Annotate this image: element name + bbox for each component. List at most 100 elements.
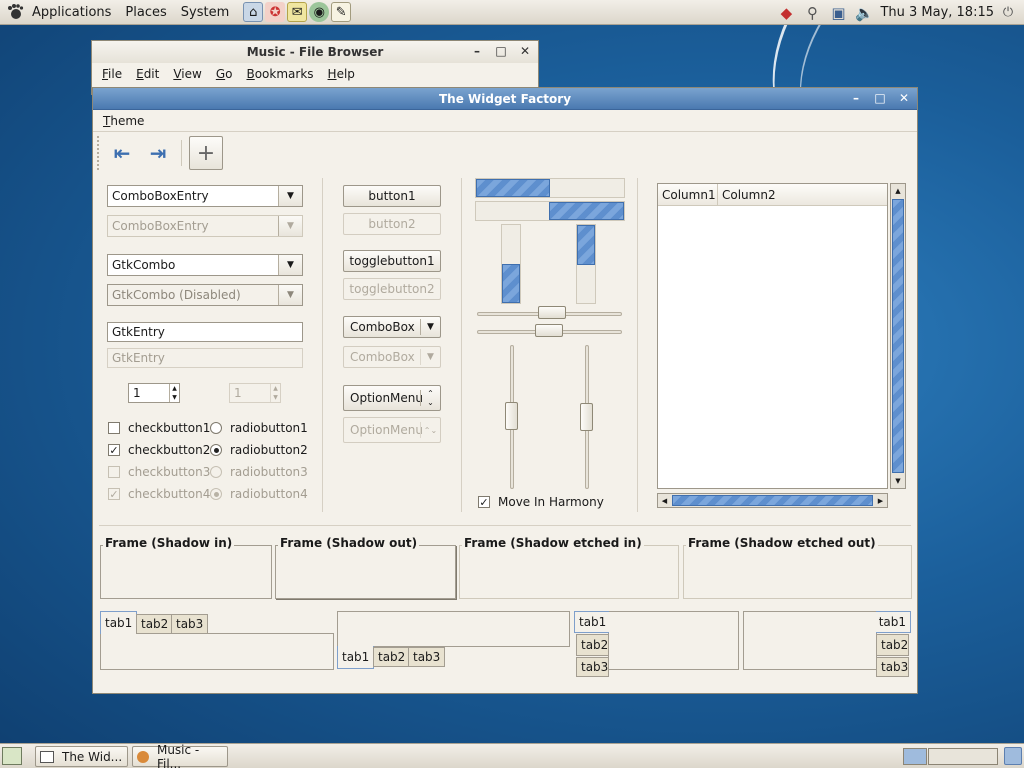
minimize-button[interactable]: – xyxy=(470,44,484,58)
menu-theme[interactable]: Theme xyxy=(103,114,144,128)
chevron-down-icon[interactable]: ▼ xyxy=(420,319,440,335)
chevron-down-icon[interactable]: ▼ xyxy=(278,285,302,305)
help-launcher-icon[interactable]: ✪ xyxy=(265,2,286,22)
notebook-right-tab2[interactable]: tab2 xyxy=(876,634,909,656)
menu-go[interactable]: Go xyxy=(216,67,233,81)
notebook-bottom-tab3[interactable]: tab3 xyxy=(408,647,446,667)
places-menu[interactable]: Places xyxy=(125,5,166,20)
notebook-top-tab1[interactable]: tab1 xyxy=(100,611,138,634)
scrollbar-thumb[interactable] xyxy=(892,199,904,473)
up-down-arrows-icon[interactable]: ⌃ ⌄ xyxy=(420,389,440,407)
menu-file[interactable]: File xyxy=(102,67,122,81)
notebook-bottom-tab1[interactable]: tab1 xyxy=(337,646,375,669)
music-window-titlebar[interactable]: Music - File Browser – □ ✕ xyxy=(92,41,538,63)
chevron-down-icon[interactable]: ▼ xyxy=(278,186,302,206)
menu-bookmarks[interactable]: Bookmarks xyxy=(246,67,313,81)
update-notifier-icon[interactable]: ◆ xyxy=(776,3,796,23)
volume-icon[interactable]: 🔈 xyxy=(854,3,874,23)
network-launcher-icon[interactable]: ⌂ xyxy=(243,2,264,22)
tree-view[interactable]: Column1 Column2 xyxy=(657,183,888,489)
scroll-left-icon[interactable]: ◀ xyxy=(658,494,671,507)
scroll-right-icon[interactable]: ▶ xyxy=(874,494,887,507)
power-icon[interactable]: ⏻ xyxy=(998,3,1018,23)
button1[interactable]: button1 xyxy=(343,185,441,207)
menu-edit[interactable]: Edit xyxy=(136,67,159,81)
spin-button[interactable]: 1 ▲ ▼ xyxy=(128,383,180,403)
checkbox-checked-icon[interactable]: ✓ xyxy=(108,444,120,456)
workspace-1[interactable] xyxy=(903,748,927,765)
checkbox-icon[interactable] xyxy=(108,422,120,434)
close-button[interactable]: ✕ xyxy=(897,91,911,105)
menu-help[interactable]: Help xyxy=(328,67,355,81)
spin-arrows-icon[interactable]: ▲ ▼ xyxy=(169,384,179,402)
chevron-down-icon[interactable]: ▼ xyxy=(278,255,302,275)
network-icon[interactable]: ▣ xyxy=(828,3,848,23)
maximize-button[interactable]: □ xyxy=(494,44,508,58)
hscale-slider[interactable] xyxy=(535,324,563,337)
add-icon[interactable]: + xyxy=(189,136,223,170)
checkbutton2[interactable]: ✓ checkbutton2 xyxy=(108,443,210,457)
text-editor-launcher-icon[interactable]: ✎ xyxy=(331,2,352,22)
taskbar-widget-factory[interactable]: The Wid... xyxy=(35,746,128,767)
notebook-bottom-tab2[interactable]: tab2 xyxy=(373,647,411,667)
move-in-harmony-check[interactable]: ✓ Move In Harmony xyxy=(478,495,604,509)
notebook-left-tab3[interactable]: tab3 xyxy=(576,657,609,677)
combobox[interactable]: ComboBox ▼ xyxy=(343,316,441,338)
checkbutton1[interactable]: checkbutton1 xyxy=(108,421,210,435)
goto-last-icon[interactable]: ⇥ xyxy=(145,140,171,166)
column2-header[interactable]: Column2 xyxy=(718,184,887,205)
progress-fill xyxy=(502,264,520,303)
widget-factory-titlebar[interactable]: The Widget Factory – □ ✕ xyxy=(93,88,917,110)
show-desktop-icon[interactable] xyxy=(2,747,22,765)
mail-launcher-icon[interactable]: ✉ xyxy=(287,2,308,22)
system-menu[interactable]: System xyxy=(181,5,229,20)
horizontal-scrollbar[interactable]: ◀ ▶ xyxy=(657,493,888,508)
scrollbar-thumb[interactable] xyxy=(672,495,873,506)
vscale-slider[interactable] xyxy=(580,403,593,431)
frame-shadow-etched-in-label: Frame (Shadow etched in) xyxy=(462,536,644,550)
menu-view[interactable]: View xyxy=(173,67,201,81)
toolbar-grip[interactable] xyxy=(97,136,103,170)
vertical-scrollbar[interactable]: ▲ ▼ xyxy=(890,183,906,489)
radiobutton1[interactable]: radiobutton1 xyxy=(210,421,308,435)
file-browser-icon xyxy=(137,750,149,763)
vscale-slider[interactable] xyxy=(505,402,518,430)
notebook-right-tab3[interactable]: tab3 xyxy=(876,657,909,677)
applications-menu[interactable]: Applications xyxy=(32,5,111,20)
radiobutton2[interactable]: radiobutton2 xyxy=(210,443,308,457)
notebook-top-tab2[interactable]: tab2 xyxy=(136,614,174,634)
minimize-button[interactable]: – xyxy=(849,91,863,105)
radio-selected-icon[interactable] xyxy=(210,444,222,456)
checkbox-checked-icon[interactable]: ✓ xyxy=(478,496,490,508)
music-menubar: File Edit View Go Bookmarks Help xyxy=(92,63,538,85)
clock[interactable]: Thu 3 May, 18:15 xyxy=(880,5,994,20)
up-down-arrows-icon: ⌃⌄ xyxy=(420,422,440,438)
scroll-down-icon[interactable]: ▼ xyxy=(891,474,905,488)
taskbar-music[interactable]: Music - Fil... xyxy=(132,743,228,768)
option-menu[interactable]: OptionMenu ⌃ ⌄ xyxy=(343,385,441,411)
widget-factory-window: The Widget Factory – □ ✕ Theme ⇤ ⇥ + Com… xyxy=(92,87,918,694)
gnome-foot-icon[interactable] xyxy=(6,3,24,21)
notebook-right-tab1[interactable]: tab1 xyxy=(876,611,911,633)
web-browser-launcher-icon[interactable]: ◉ xyxy=(309,2,330,22)
combobox-entry[interactable]: ComboBoxEntry ▼ xyxy=(107,185,303,207)
workspace-2[interactable] xyxy=(928,748,998,765)
notebook-left-tab2[interactable]: tab2 xyxy=(576,634,609,656)
trash-icon[interactable] xyxy=(1004,747,1022,765)
goto-first-icon[interactable]: ⇤ xyxy=(109,140,135,166)
combobox-entry-disabled: ComboBoxEntry ▼ xyxy=(107,215,303,237)
column-separator xyxy=(637,178,638,512)
hscale-slider[interactable] xyxy=(538,306,566,319)
maximize-button[interactable]: □ xyxy=(873,91,887,105)
search-icon[interactable]: ⚲ xyxy=(802,3,822,23)
column1-header[interactable]: Column1 xyxy=(658,184,718,205)
notebook-left-tab1[interactable]: tab1 xyxy=(574,611,609,633)
gtk-entry[interactable]: GtkEntry xyxy=(107,322,303,342)
radio-icon[interactable] xyxy=(210,422,222,434)
scroll-up-icon[interactable]: ▲ xyxy=(891,184,905,198)
notebook-top-tab3[interactable]: tab3 xyxy=(171,614,209,634)
togglebutton1[interactable]: togglebutton1 xyxy=(343,250,441,272)
gtk-combo[interactable]: GtkCombo ▼ xyxy=(107,254,303,276)
checkbutton3-label: checkbutton3 xyxy=(128,465,211,479)
close-button[interactable]: ✕ xyxy=(518,44,532,58)
